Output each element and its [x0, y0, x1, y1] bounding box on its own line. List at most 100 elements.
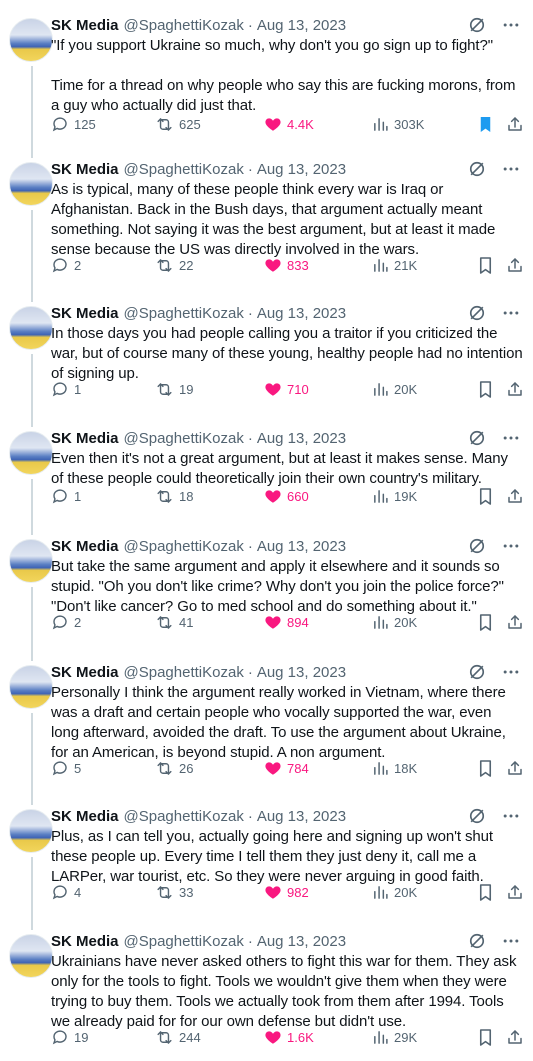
avatar[interactable]: [9, 809, 53, 853]
views-button[interactable]: 29K: [372, 1027, 417, 1047]
retweet-count: 41: [179, 614, 194, 630]
tweet-date[interactable]: Aug 13, 2023: [257, 664, 346, 681]
reply-button[interactable]: 19: [51, 1027, 88, 1047]
grok-icon[interactable]: [467, 159, 487, 179]
reply-button[interactable]: 1: [51, 486, 81, 506]
more-icon[interactable]: [501, 15, 521, 35]
author-handle[interactable]: @SpaghettiKozak: [124, 808, 244, 825]
bookmark-button[interactable]: [477, 114, 499, 134]
retweet-button[interactable]: 41: [155, 612, 193, 632]
views-button[interactable]: 21K: [372, 255, 417, 275]
like-button[interactable]: 894: [264, 612, 309, 632]
views-button[interactable]: 20K: [372, 379, 417, 399]
author-name[interactable]: SK Media: [51, 538, 119, 555]
author-handle[interactable]: @SpaghettiKozak: [124, 305, 244, 322]
retweet-button[interactable]: 22: [155, 255, 193, 275]
tweet-date[interactable]: Aug 13, 2023: [257, 161, 346, 178]
author-handle[interactable]: @SpaghettiKozak: [124, 933, 244, 950]
reply-button[interactable]: 1: [51, 379, 81, 399]
like-count: 660: [287, 488, 309, 504]
like-button[interactable]: 1.6K: [264, 1027, 314, 1047]
retweet-button[interactable]: 26: [155, 758, 193, 778]
like-icon: [264, 1028, 287, 1046]
reply-button[interactable]: 125: [51, 114, 96, 134]
bookmark-button[interactable]: [477, 486, 499, 506]
author-name[interactable]: SK Media: [51, 664, 119, 681]
tweet-date[interactable]: Aug 13, 2023: [257, 430, 346, 447]
like-button[interactable]: 833: [264, 255, 309, 275]
share-button[interactable]: [506, 882, 529, 902]
share-button[interactable]: [506, 114, 529, 134]
views-button[interactable]: 20K: [372, 612, 417, 632]
share-button[interactable]: [506, 1027, 529, 1047]
like-button[interactable]: 660: [264, 486, 309, 506]
author-handle[interactable]: @SpaghettiKozak: [124, 17, 244, 34]
tweet-date[interactable]: Aug 13, 2023: [257, 808, 346, 825]
more-icon[interactable]: [501, 303, 521, 323]
grok-icon[interactable]: [467, 806, 487, 826]
avatar[interactable]: [9, 934, 53, 978]
share-button[interactable]: [506, 758, 529, 778]
retweet-button[interactable]: 33: [155, 882, 193, 902]
author-name[interactable]: SK Media: [51, 161, 119, 178]
views-button[interactable]: 18K: [372, 758, 417, 778]
tweet-date[interactable]: Aug 13, 2023: [257, 538, 346, 555]
bookmark-button[interactable]: [477, 758, 499, 778]
grok-icon[interactable]: [467, 662, 487, 682]
author-name[interactable]: SK Media: [51, 305, 119, 322]
more-icon[interactable]: [501, 662, 521, 682]
separator-dot: ·: [247, 160, 253, 178]
grok-icon[interactable]: [467, 536, 487, 556]
more-icon[interactable]: [501, 428, 521, 448]
author-handle[interactable]: @SpaghettiKozak: [124, 538, 244, 555]
bookmark-button[interactable]: [477, 1027, 499, 1047]
retweet-button[interactable]: 244: [155, 1027, 201, 1047]
like-button[interactable]: 784: [264, 758, 309, 778]
tweet-date[interactable]: Aug 13, 2023: [257, 17, 346, 34]
author-name[interactable]: SK Media: [51, 933, 119, 950]
tweet-date[interactable]: Aug 13, 2023: [257, 933, 346, 950]
views-button[interactable]: 303K: [372, 114, 424, 134]
bookmark-button[interactable]: [477, 379, 499, 399]
more-icon[interactable]: [501, 806, 521, 826]
grok-icon[interactable]: [467, 428, 487, 448]
more-icon[interactable]: [501, 536, 521, 556]
grok-icon[interactable]: [467, 15, 487, 35]
avatar[interactable]: [9, 431, 53, 475]
avatar[interactable]: [9, 665, 53, 709]
reply-button[interactable]: 2: [51, 255, 81, 275]
bookmark-button[interactable]: [477, 612, 499, 632]
avatar[interactable]: [9, 162, 53, 206]
author-handle[interactable]: @SpaghettiKozak: [124, 161, 244, 178]
avatar[interactable]: [9, 18, 53, 62]
avatar[interactable]: [9, 306, 53, 350]
views-button[interactable]: 20K: [372, 882, 417, 902]
bookmark-button[interactable]: [477, 255, 499, 275]
more-icon[interactable]: [501, 159, 521, 179]
reply-button[interactable]: 5: [51, 758, 81, 778]
avatar[interactable]: [9, 539, 53, 583]
share-button[interactable]: [506, 379, 529, 399]
retweet-button[interactable]: 18: [155, 486, 193, 506]
grok-icon[interactable]: [467, 931, 487, 951]
retweet-button[interactable]: 19: [155, 379, 193, 399]
grok-icon[interactable]: [467, 303, 487, 323]
like-button[interactable]: 4.4K: [264, 114, 314, 134]
author-name[interactable]: SK Media: [51, 430, 119, 447]
author-handle[interactable]: @SpaghettiKozak: [124, 664, 244, 681]
reply-button[interactable]: 2: [51, 612, 81, 632]
share-button[interactable]: [506, 486, 529, 506]
share-button[interactable]: [506, 612, 529, 632]
like-button[interactable]: 710: [264, 379, 309, 399]
reply-button[interactable]: 4: [51, 882, 81, 902]
author-handle[interactable]: @SpaghettiKozak: [124, 430, 244, 447]
like-button[interactable]: 982: [264, 882, 309, 902]
author-name[interactable]: SK Media: [51, 17, 119, 34]
tweet-date[interactable]: Aug 13, 2023: [257, 305, 346, 322]
retweet-button[interactable]: 625: [155, 114, 201, 134]
more-icon[interactable]: [501, 931, 521, 951]
share-button[interactable]: [506, 255, 529, 275]
author-name[interactable]: SK Media: [51, 808, 119, 825]
views-button[interactable]: 19K: [372, 486, 417, 506]
bookmark-button[interactable]: [477, 882, 499, 902]
